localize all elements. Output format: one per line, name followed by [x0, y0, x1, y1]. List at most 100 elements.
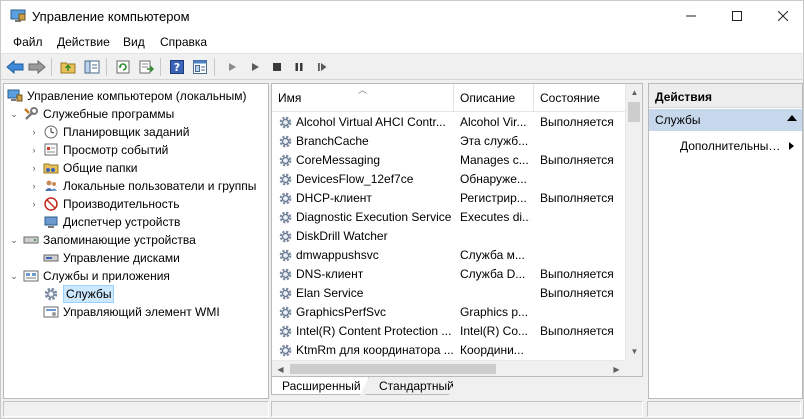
tree-root[interactable]: Управление компьютером (локальным)	[7, 87, 247, 105]
status-segment	[271, 401, 643, 417]
tree-item-disk-management[interactable]: Управление дисками	[43, 249, 180, 267]
table-row[interactable]: DNS-клиент Служба D... Выполняется	[272, 265, 625, 284]
table-row[interactable]: DiskDrill Watcher	[272, 227, 625, 246]
table-row[interactable]: Intel(R) Content Protection ... Intel(R) …	[272, 322, 625, 341]
column-description-label: Описание	[460, 91, 516, 105]
tree-item-system-tools[interactable]: ⌄ Служебные программы	[8, 105, 174, 123]
console-tree: Управление компьютером (локальным) ⌄ Слу…	[3, 83, 269, 399]
chevron-down-icon[interactable]: ⌄	[8, 270, 20, 282]
services-list: ︿ Имя Описание Состояние Alcohol Virtual…	[271, 83, 643, 377]
horizontal-scrollbar[interactable]: ◀ ▶	[272, 360, 625, 376]
list-header: ︿ Имя Описание Состояние	[272, 84, 625, 112]
scroll-right-icon[interactable]: ▶	[608, 361, 625, 376]
service-gear-icon	[278, 115, 293, 130]
tree-item-performance[interactable]: › Производительность	[28, 195, 180, 213]
table-row[interactable]: Diagnostic Execution Service Executes di.…	[272, 208, 625, 227]
chevron-right-icon[interactable]: ›	[28, 126, 40, 138]
refresh-icon[interactable]	[113, 57, 133, 77]
table-row[interactable]: CoreMessaging Manages c... Выполняется	[272, 151, 625, 170]
up-folder-icon[interactable]	[58, 57, 78, 77]
tree-item-task-scheduler[interactable]: › Планировщик заданий	[28, 123, 190, 141]
toolbar-separator	[51, 58, 52, 76]
cell-name: DNS-клиент	[296, 267, 364, 281]
tree-item-local-users[interactable]: › Локальные пользователи и группы	[28, 177, 257, 195]
tab-extended[interactable]: Расширенный	[271, 377, 369, 395]
more-actions-item[interactable]: Дополнительные действия	[680, 139, 794, 153]
restart-service-icon[interactable]	[312, 57, 332, 77]
tree-item-storage[interactable]: ⌄ Запоминающие устройства	[8, 231, 196, 249]
show-hide-tree-icon[interactable]	[82, 57, 102, 77]
tree-item-services-apps[interactable]: ⌄ Службы и приложения	[8, 267, 170, 285]
menu-file[interactable]: Файл	[13, 35, 43, 49]
service-gear-icon	[278, 305, 293, 320]
table-row[interactable]: Elan Service Выполняется	[272, 284, 625, 303]
chevron-right-icon[interactable]: ›	[28, 144, 40, 156]
service-gear-icon	[278, 286, 293, 301]
forward-icon[interactable]	[27, 57, 47, 77]
vertical-scrollbar[interactable]: ▲ ▼	[625, 84, 642, 360]
chevron-right-icon[interactable]: ›	[28, 180, 40, 192]
tree-item-device-manager[interactable]: Диспетчер устройств	[43, 213, 180, 231]
close-button[interactable]	[760, 1, 804, 31]
cell-name: dmwappushsvc	[296, 248, 379, 262]
scroll-up-icon[interactable]: ▲	[626, 84, 642, 101]
back-icon[interactable]	[5, 57, 25, 77]
cell-state: Выполняется	[540, 267, 614, 281]
cell-name: Elan Service	[296, 286, 364, 300]
chevron-down-icon[interactable]: ⌄	[8, 108, 20, 120]
scroll-down-icon[interactable]: ▼	[626, 343, 642, 360]
tree-root-label: Управление компьютером (локальным)	[27, 89, 247, 103]
column-header-description[interactable]: Описание	[454, 84, 534, 112]
tree-item-wmi[interactable]: Управляющий элемент WMI	[43, 303, 220, 321]
minimize-button[interactable]	[668, 1, 714, 31]
tree-item-label: Управляющий элемент WMI	[63, 305, 220, 319]
pause-service-icon[interactable]	[289, 57, 309, 77]
table-row[interactable]: KtmRm для координатора ... Координи...	[272, 341, 625, 360]
export-list-icon[interactable]	[136, 57, 156, 77]
cell-description: Alcohol Vir...	[460, 115, 527, 129]
column-state-label: Состояние	[540, 91, 600, 105]
scroll-left-icon[interactable]: ◀	[272, 361, 289, 376]
chevron-right-icon[interactable]: ›	[28, 198, 40, 210]
menu-help[interactable]: Справка	[160, 35, 207, 49]
tab-standard[interactable]: Стандартный	[365, 377, 457, 395]
table-row[interactable]: Alcohol Virtual AHCI Contr... Alcohol Vir…	[272, 113, 625, 132]
svg-text:?: ?	[174, 61, 180, 74]
service-gear-icon	[278, 267, 293, 282]
tree-item-shared-folders[interactable]: › Общие папки	[28, 159, 138, 177]
table-row[interactable]: BranchCache Эта служб...	[272, 132, 625, 151]
cell-description: Graphics p...	[460, 305, 529, 319]
table-row[interactable]: dmwappushsvc Служба м...	[272, 246, 625, 265]
menu-action[interactable]: Действие	[57, 35, 110, 49]
gear-icon	[43, 286, 59, 302]
computer-management-icon	[7, 88, 23, 104]
cell-description: Служба м...	[460, 248, 525, 262]
chevron-down-icon[interactable]: ⌄	[8, 234, 20, 246]
stop-service-icon[interactable]	[267, 57, 287, 77]
cell-description: Регистрир...	[460, 191, 527, 205]
scroll-thumb[interactable]	[290, 364, 496, 374]
submenu-arrow-icon	[789, 142, 794, 150]
cell-name: CoreMessaging	[296, 153, 381, 167]
start-service-icon[interactable]	[222, 57, 242, 77]
help-icon[interactable]: ?	[167, 57, 187, 77]
cell-description: Executes di...	[460, 210, 530, 224]
column-header-name[interactable]: Имя	[272, 84, 454, 112]
cell-name: DHCP-клиент	[296, 191, 372, 205]
menu-view[interactable]: Вид	[123, 35, 145, 49]
cell-state: Выполняется	[540, 191, 614, 205]
collapse-up-icon[interactable]	[787, 115, 797, 121]
scroll-thumb[interactable]	[628, 102, 640, 122]
start-service-alt-icon[interactable]	[245, 57, 265, 77]
table-row[interactable]: DHCP-клиент Регистрир... Выполняется	[272, 189, 625, 208]
tree-item-event-viewer[interactable]: › Просмотр событий	[28, 141, 169, 159]
maximize-button[interactable]	[714, 1, 760, 31]
table-row[interactable]: GraphicsPerfSvc Graphics p...	[272, 303, 625, 322]
chevron-right-icon[interactable]: ›	[28, 162, 40, 174]
properties-icon[interactable]	[190, 57, 210, 77]
table-row[interactable]: DevicesFlow_12ef7ce Обнаруже...	[272, 170, 625, 189]
column-header-state[interactable]: Состояние	[534, 84, 625, 112]
actions-section-services[interactable]: Службы	[649, 109, 802, 131]
performance-icon	[43, 196, 59, 212]
tree-item-services[interactable]: Службы	[43, 285, 115, 303]
